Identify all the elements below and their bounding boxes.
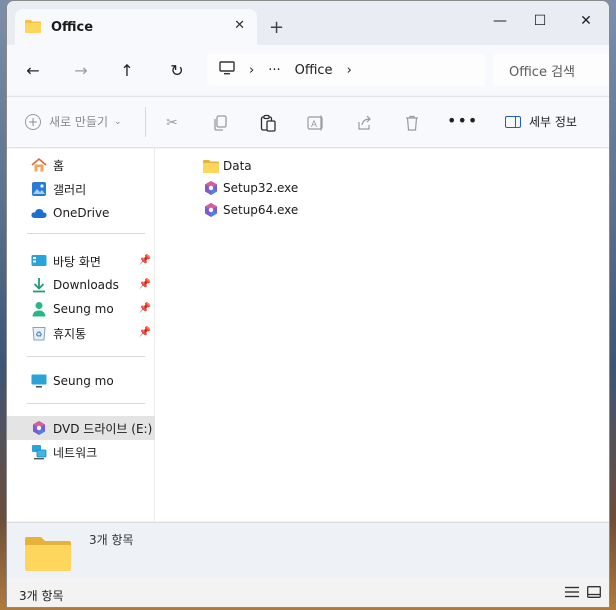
file-name: Setup32.exe [223, 181, 299, 195]
paste-icon[interactable] [257, 113, 279, 133]
pc-icon[interactable] [219, 61, 235, 79]
sidebar-item-label: DVD 드라이브 (E:) [53, 421, 153, 436]
pin-icon[interactable]: 📌 [139, 327, 151, 338]
sidebar-item-this-pc[interactable]: Seung mo [7, 369, 155, 393]
toolbar-divider [145, 107, 146, 137]
sidebar-item-dvd-drive[interactable]: DVD 드라이브 (E:) [7, 416, 155, 440]
command-bar: + 새로 만들기 ⌄ ✂ A ••• 세부 정보 [7, 96, 609, 148]
dvd-drive-icon [31, 420, 47, 436]
sidebar-item-network[interactable]: 네트워크 [7, 440, 155, 464]
sidebar-divider [27, 233, 145, 234]
pin-icon[interactable]: 📌 [139, 279, 151, 290]
home-icon [31, 157, 47, 173]
title-bar: Office ✕ + — ☐ ✕ [7, 1, 609, 45]
address-bar[interactable]: › ··· Office › [207, 54, 485, 86]
sidebar-item-user[interactable]: Seung mo 📌 [7, 297, 155, 321]
list-item[interactable]: Setup32.exe [203, 177, 298, 199]
sidebar-item-recycle-bin[interactable]: ♻ 휴지통 📌 [7, 321, 155, 345]
svg-text:A: A [311, 119, 317, 129]
new-button[interactable]: + 새로 만들기 ⌄ [25, 113, 122, 130]
details-pane-icon [505, 115, 521, 128]
new-tab-button[interactable]: + [269, 19, 284, 37]
file-name: Data [223, 159, 252, 173]
monitor-icon [31, 373, 47, 389]
delete-icon[interactable] [401, 113, 423, 133]
maximize-button[interactable]: ☐ [525, 9, 555, 33]
share-icon[interactable] [353, 113, 375, 133]
sidebar-item-label: Seung mo [53, 302, 114, 316]
sidebar-item-label: 바탕 화면 [53, 254, 101, 269]
breadcrumb-office[interactable]: Office [295, 63, 333, 78]
search-input[interactable]: Office 검색 [493, 54, 609, 86]
details-pane: 3개 항목 [7, 522, 609, 578]
sidebar-item-desktop[interactable]: 바탕 화면 📌 [7, 249, 155, 273]
details-label: 세부 정보 [529, 115, 577, 129]
list-item[interactable]: Setup64.exe [203, 199, 298, 221]
setup-exe-icon [203, 180, 219, 196]
sidebar-item-label: 홈 [53, 158, 65, 173]
up-arrow-icon[interactable]: ↑ [115, 59, 139, 81]
refresh-icon[interactable]: ↻ [165, 59, 189, 81]
plus-icon: + [25, 113, 41, 130]
sidebar-item-home[interactable]: 홈 [7, 153, 155, 177]
large-icons-view-icon[interactable] [587, 586, 603, 600]
file-explorer-window: Office ✕ + — ☐ ✕ ← → ↑ ↻ › ··· Office › … [6, 0, 610, 608]
tab-office[interactable]: Office ✕ [15, 9, 257, 45]
copy-icon[interactable] [209, 113, 231, 133]
sidebar-item-onedrive[interactable]: OneDrive [7, 201, 155, 225]
sidebar-item-label: Downloads [53, 278, 119, 292]
breadcrumb-chevron-icon[interactable]: › [249, 63, 254, 78]
main-area: 홈 갤러리 OneDrive 바탕 화면 📌 Downloads 📌 Seung… [7, 149, 609, 521]
back-arrow-icon[interactable]: ← [21, 59, 45, 81]
pin-icon[interactable]: 📌 [139, 303, 151, 314]
sidebar-item-label: 갤러리 [53, 182, 87, 197]
tab-close-icon[interactable]: ✕ [234, 18, 245, 33]
cut-icon[interactable]: ✂ [161, 113, 183, 133]
close-button[interactable]: ✕ [571, 9, 601, 33]
sidebar-item-label: OneDrive [53, 206, 110, 220]
user-icon [31, 301, 47, 317]
gallery-icon [31, 181, 47, 197]
status-item-count: 3개 항목 [19, 589, 64, 603]
chevron-down-icon: ⌄ [114, 116, 122, 127]
navigation-pane: 홈 갤러리 OneDrive 바탕 화면 📌 Downloads 📌 Seung… [7, 149, 155, 521]
sidebar-item-downloads[interactable]: Downloads 📌 [7, 273, 155, 297]
navigation-bar: ← → ↑ ↻ › ··· Office › Office 검색 [7, 45, 609, 95]
list-item[interactable]: Data [203, 155, 298, 177]
more-options-icon[interactable]: ••• [447, 111, 478, 130]
file-list: Data Setup32.exe Setup64.exe [203, 155, 298, 221]
status-bar: 3개 항목 [7, 579, 609, 607]
breadcrumb-chevron-icon[interactable]: › [347, 63, 352, 78]
recycle-bin-icon: ♻ [31, 325, 47, 341]
large-folder-icon [25, 535, 71, 571]
folder-icon [203, 158, 219, 174]
sidebar-divider [27, 356, 145, 357]
details-view-icon[interactable] [565, 586, 581, 600]
setup-exe-icon [203, 202, 219, 218]
folder-icon [25, 19, 41, 36]
details-button[interactable]: 세부 정보 [505, 113, 577, 130]
svg-text:♻: ♻ [35, 330, 42, 339]
new-label: 새로 만들기 [49, 115, 109, 129]
pin-icon[interactable]: 📌 [139, 255, 151, 266]
minimize-button[interactable]: — [485, 9, 515, 33]
desktop-icon [31, 253, 47, 269]
tab-label: Office [51, 19, 94, 35]
file-name: Setup64.exe [223, 203, 299, 217]
rename-icon[interactable]: A [305, 113, 327, 133]
breadcrumb-more[interactable]: ··· [268, 63, 280, 78]
sidebar-item-label: 휴지통 [53, 326, 87, 341]
cloud-icon [31, 205, 47, 221]
sidebar-item-gallery[interactable]: 갤러리 [7, 177, 155, 201]
sidebar-divider [27, 403, 145, 404]
network-icon [31, 444, 47, 460]
forward-arrow-icon[interactable]: → [69, 59, 93, 81]
download-icon [31, 277, 47, 293]
sidebar-item-label: Seung mo [53, 374, 114, 388]
sidebar-item-label: 네트워크 [53, 445, 98, 460]
details-item-count: 3개 항목 [89, 533, 134, 547]
